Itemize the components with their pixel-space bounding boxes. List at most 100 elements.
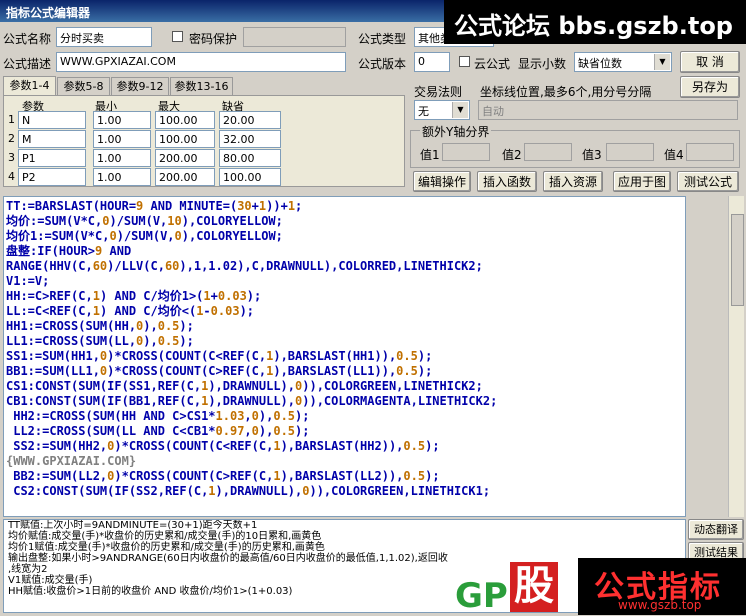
- param-max-input[interactable]: 200.00: [155, 168, 215, 186]
- param-name-input[interactable]: P1: [18, 149, 86, 167]
- code-line[interactable]: V1:=V;: [6, 274, 683, 289]
- save-as-button[interactable]: 另存为: [680, 76, 740, 98]
- password-input[interactable]: [243, 27, 346, 47]
- code-token: );: [295, 409, 310, 423]
- output-line: 均价赋值:成交量(手)*收盘价的历史累和/成交量(手)的10日累和,画黄色: [8, 531, 322, 542]
- formula-version-input[interactable]: 0: [414, 52, 450, 72]
- code-token: AND: [102, 244, 132, 258]
- extra-y-axis-label: 额外Y轴分界: [420, 123, 492, 140]
- formula-desc-input[interactable]: WWW.GPXIAZAI.COM: [56, 52, 346, 72]
- code-token: 1: [92, 289, 100, 303]
- param-min-input[interactable]: 1.00: [93, 168, 151, 186]
- decimals-select[interactable]: 缺省位数 ▼: [574, 52, 672, 72]
- decimals-label: 显示小数: [518, 57, 567, 71]
- formula-name-input[interactable]: 分时买卖: [56, 27, 152, 47]
- param-max-input[interactable]: 200.00: [155, 149, 215, 167]
- code-line[interactable]: CB1:CONST(SUM(IF(BB1,REF(C,1),DRAWNULL),…: [6, 394, 683, 409]
- code-line[interactable]: HH1:=CROSS(SUM(HH,0),0.5);: [6, 319, 683, 334]
- code-line[interactable]: LL:=C<REF(C,1) AND C/均价<(1-0.03);: [6, 304, 683, 319]
- param-row-index: 3: [8, 151, 15, 164]
- code-token: ),DRAWNULL),: [208, 394, 296, 408]
- cloud-formula-checkbox[interactable]: [459, 56, 470, 67]
- code-editor[interactable]: TT:=BARSLAST(HOUR=9 AND MINUTE=(30+1))+1…: [3, 196, 686, 517]
- code-token: ;: [295, 199, 303, 213]
- param-def-input[interactable]: 32.00: [219, 130, 281, 148]
- editor-scrollbar[interactable]: [728, 196, 744, 517]
- param-def-input[interactable]: 80.00: [219, 149, 281, 167]
- param-max-input[interactable]: 100.00: [155, 111, 215, 129]
- code-token: 0.5: [396, 349, 418, 363]
- editor-scroll-thumb[interactable]: [731, 214, 744, 306]
- code-token: );: [425, 469, 440, 483]
- insert-resource-button[interactable]: 插入资源: [543, 171, 603, 192]
- trade-rule-select[interactable]: 无 ▼: [414, 100, 470, 120]
- tab-params-13-16[interactable]: 参数13-16: [170, 77, 233, 95]
- code-token: 1.03: [215, 409, 245, 423]
- code-token: LL:=C<REF(C,: [6, 304, 93, 318]
- val2-input[interactable]: [524, 143, 572, 161]
- code-token: BB1:=SUM(LL1,: [6, 364, 100, 378]
- code-token: 1: [92, 304, 100, 318]
- test-formula-button[interactable]: 测试公式: [677, 171, 739, 192]
- param-min-input[interactable]: 1.00: [93, 149, 151, 167]
- code-token: ))+: [266, 199, 288, 213]
- code-token: )*CROSS(COUNT(C<REF(C,: [114, 439, 274, 453]
- val4-input[interactable]: [686, 143, 734, 161]
- code-token: )*CROSS(COUNT(C>REF(C,: [114, 469, 274, 483]
- code-token: ),BARSLAST(HH2)),: [280, 439, 404, 453]
- code-token: HH1:=CROSS(SUM(HH,: [6, 319, 137, 333]
- code-token: );: [246, 289, 262, 303]
- code-line[interactable]: 均价:=SUM(V*C,0)/SUM(V,10),COLORYELLOW;: [6, 214, 683, 229]
- gp-logo-text: GP: [455, 576, 508, 616]
- code-line[interactable]: LL2:=CROSS(SUM(LL AND C<CB1*0.97,0),0.5)…: [6, 424, 683, 439]
- dynamic-translate-button[interactable]: 动态翻译: [688, 519, 744, 540]
- code-line[interactable]: 均价1:=SUM(V*C,0)/SUM(V,0),COLORYELLOW;: [6, 229, 683, 244]
- code-token: )*CROSS(COUNT(C<REF(C,: [107, 349, 267, 363]
- code-line[interactable]: CS1:CONST(SUM(IF(SS1,REF(C,1),DRAWNULL),…: [6, 379, 683, 394]
- val4-label: 值4: [664, 148, 684, 162]
- axis-position-input[interactable]: 自动: [478, 100, 738, 120]
- insert-function-button[interactable]: 插入函数: [477, 171, 537, 192]
- code-token: CS2:CONST(SUM(IF(SS2,REF(C,: [6, 484, 209, 498]
- tab-params-5-8[interactable]: 参数5-8: [57, 77, 110, 95]
- gp-logo-char: 股: [510, 562, 558, 612]
- code-line[interactable]: BB1:=SUM(LL1,0)*CROSS(COUNT(C>REF(C,1),B…: [6, 364, 683, 379]
- code-line[interactable]: BB2:=SUM(LL2,0)*CROSS(COUNT(C>REF(C,1),B…: [6, 469, 683, 484]
- code-line[interactable]: SS1:=SUM(HH1,0)*CROSS(COUNT(C<REF(C,1),B…: [6, 349, 683, 364]
- code-line[interactable]: LL1:=CROSS(SUM(LL,0),0.5);: [6, 334, 683, 349]
- code-token: );: [179, 319, 194, 333]
- val3-input[interactable]: [606, 143, 654, 161]
- param-name-input[interactable]: M: [18, 130, 86, 148]
- code-token: 盘整:IF(HOUR>: [6, 244, 96, 258]
- code-token: 1: [273, 439, 281, 453]
- code-line[interactable]: HH:=C>REF(C,1) AND C/均价1>(1+0.03);: [6, 289, 683, 304]
- param-max-input[interactable]: 100.00: [155, 130, 215, 148]
- val3-label: 值3: [582, 148, 602, 162]
- apply-to-chart-button[interactable]: 应用于图: [613, 171, 671, 192]
- code-line[interactable]: CS2:CONST(SUM(IF(SS2,REF(C,1),DRAWNULL),…: [6, 484, 683, 499]
- param-def-input[interactable]: 20.00: [219, 111, 281, 129]
- password-checkbox[interactable]: [172, 31, 183, 42]
- edit-operation-button[interactable]: 编辑操作: [413, 171, 471, 192]
- tab-params-9-12[interactable]: 参数9-12: [111, 77, 169, 95]
- code-line[interactable]: TT:=BARSLAST(HOUR=9 AND MINUTE=(30+1))+1…: [6, 199, 683, 214]
- code-token: )),COLORMAGENTA,LINETHICK2;: [302, 394, 498, 408]
- tab-params-1-4[interactable]: 参数1-4: [3, 76, 56, 96]
- param-name-input[interactable]: P2: [18, 168, 86, 186]
- code-line[interactable]: RANGE(HHV(C,60)/LLV(C,60),1,1.02),C,DRAW…: [6, 259, 683, 274]
- param-min-input[interactable]: 1.00: [93, 130, 151, 148]
- code-token: 30: [237, 199, 252, 213]
- code-line[interactable]: {WWW.GPXIAZAI.COM}: [6, 454, 683, 469]
- param-min-input[interactable]: 1.00: [93, 111, 151, 129]
- code-token: AND MINUTE=(: [143, 199, 238, 213]
- code-token: 1: [287, 199, 296, 213]
- code-line[interactable]: SS2:=SUM(HH2,0)*CROSS(COUNT(C<REF(C,1),B…: [6, 439, 683, 454]
- code-line[interactable]: 盘整:IF(HOUR>9 AND: [6, 244, 683, 259]
- code-text[interactable]: TT:=BARSLAST(HOUR=9 AND MINUTE=(30+1))+1…: [4, 197, 685, 501]
- param-def-input[interactable]: 100.00: [219, 168, 281, 186]
- param-name-input[interactable]: N: [18, 111, 86, 129]
- cancel-button[interactable]: 取 消: [680, 51, 740, 73]
- code-token: ),DRAWNULL),: [208, 379, 296, 393]
- code-line[interactable]: HH2:=CROSS(SUM(HH AND C>CS1*1.03,0),0.5)…: [6, 409, 683, 424]
- val1-input[interactable]: [442, 143, 490, 161]
